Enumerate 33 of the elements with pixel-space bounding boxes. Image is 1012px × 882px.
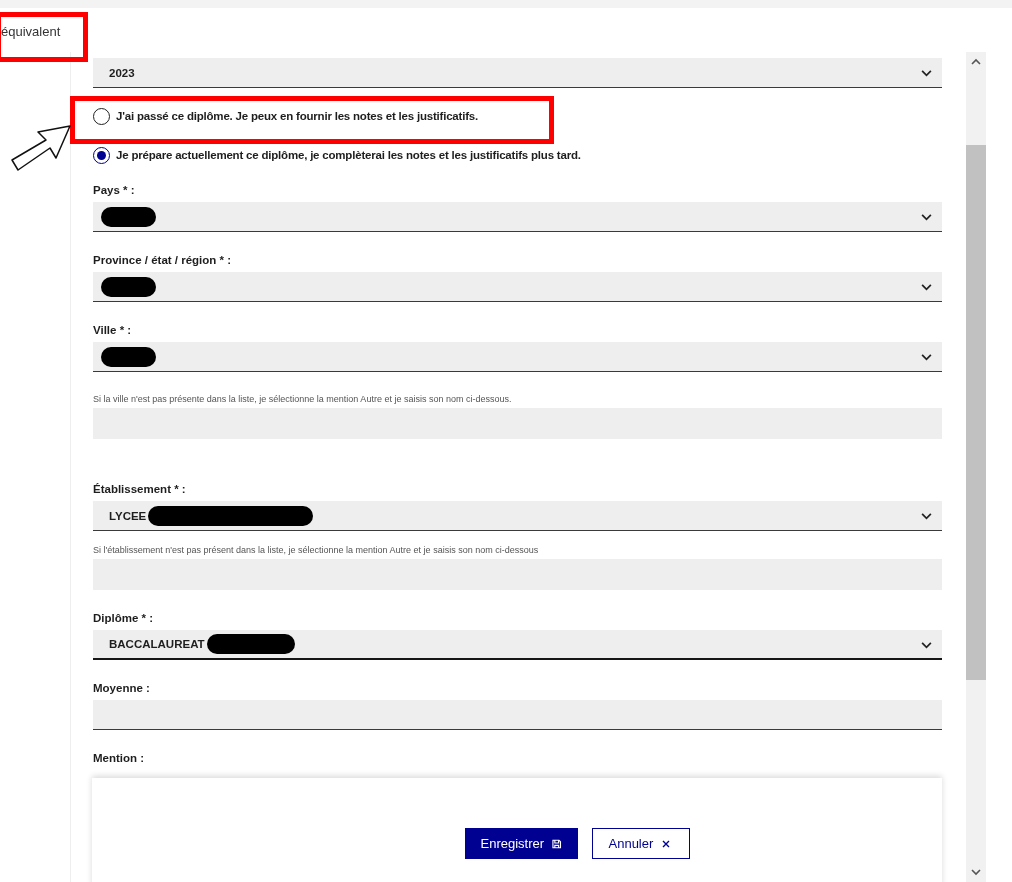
section-title: équivalent	[1, 24, 61, 39]
chevron-down-icon	[921, 70, 932, 77]
dropdown-field[interactable]: BACCALAUREAT	[93, 630, 942, 660]
chevron-down-icon	[921, 642, 932, 649]
chevron-up-icon[interactable]	[971, 58, 981, 65]
field-hint: Si l'établissement n'est pas présent dans la liste, je sélectionne la mention Autre et je saisis son nom ci-dessous	[93, 545, 540, 555]
chevron-down-icon	[921, 214, 932, 221]
year-select[interactable]: 2023	[93, 58, 942, 88]
field-label: Moyenne :	[93, 682, 151, 694]
field-label: Établissement * :	[93, 483, 187, 495]
radio-label: Je prépare actuellement ce diplôme, je complèterai les notes et les justificatifs plus tard.	[116, 149, 581, 161]
close-icon	[661, 838, 672, 849]
dropdown-field[interactable]	[93, 272, 942, 302]
dropdown-field[interactable]: LYCEE	[93, 501, 942, 531]
save-button[interactable]: Enregistrer	[464, 828, 578, 859]
chevron-down-icon	[921, 354, 932, 361]
field-label: Province / état / région * :	[93, 254, 233, 266]
field-label: Diplôme * :	[93, 612, 155, 624]
scrollbar[interactable]	[966, 52, 986, 882]
field-hint: Si la ville n'est pas présente dans la liste, je sélectionne la mention Autre et je saisis son nom ci-dessous.	[93, 394, 513, 404]
dropdown-field[interactable]	[93, 342, 942, 372]
dropdown-field[interactable]	[93, 202, 942, 232]
chevron-down-icon	[921, 513, 932, 520]
input-field[interactable]	[93, 700, 942, 730]
field-label: Mention :	[93, 752, 146, 764]
pointer-arrow-icon	[8, 124, 72, 172]
cancel-button[interactable]: Annuler	[591, 828, 690, 859]
field-label: Ville * :	[93, 324, 133, 336]
field-label: Pays * :	[93, 184, 136, 196]
chevron-down-icon[interactable]	[971, 869, 981, 876]
chevron-down-icon	[921, 284, 932, 291]
scrollbar-thumb[interactable]	[966, 145, 986, 680]
radio-label: J'ai passé ce diplôme. Je peux en fournir les notes et les justificatifs.	[116, 110, 478, 122]
